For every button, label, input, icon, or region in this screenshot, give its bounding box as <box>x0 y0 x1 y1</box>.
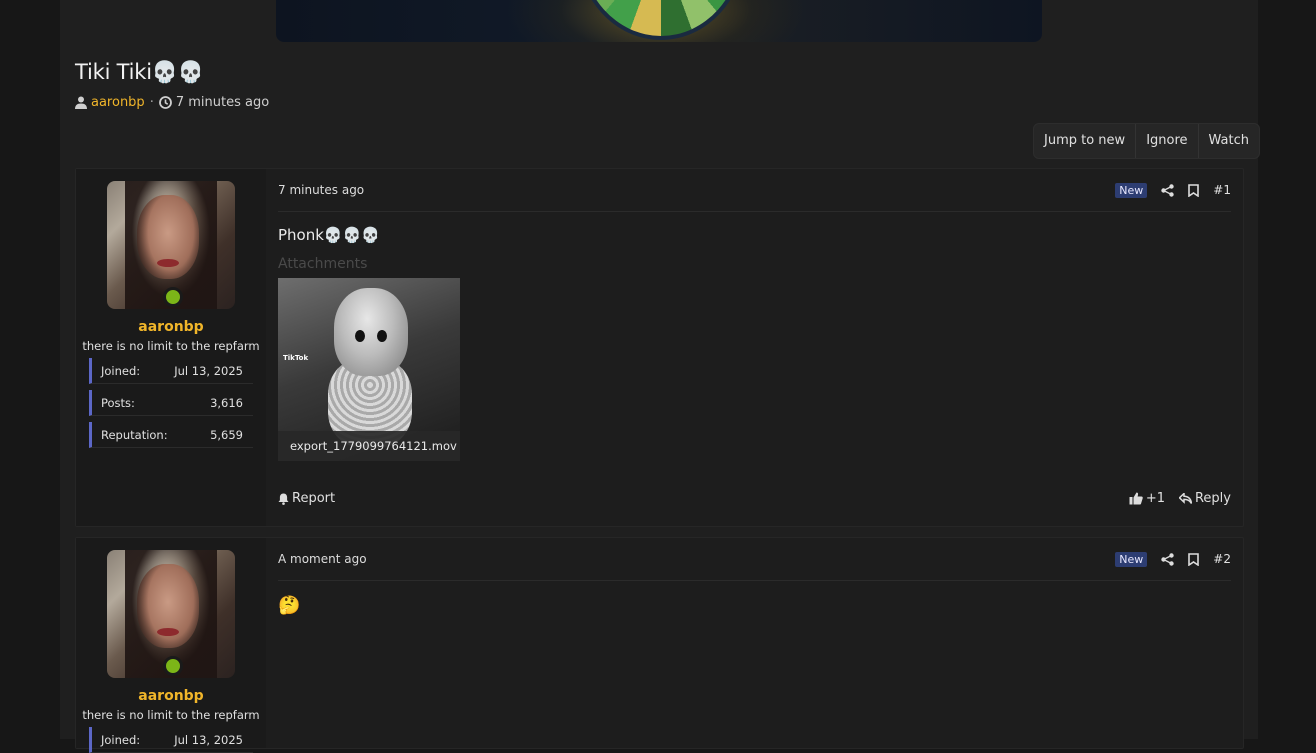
message-footer: Report +1 Reply <box>278 491 1231 506</box>
thread-title: Tiki Tiki💀💀 <box>75 60 204 84</box>
report-button[interactable]: Report <box>278 491 335 506</box>
thread-time: 7 minutes ago <box>175 95 270 110</box>
share-icon[interactable] <box>1161 183 1174 197</box>
user-pane: aaronbp there is no limit to the repfarm… <box>76 538 266 753</box>
reaction-button[interactable]: +1 <box>1129 491 1165 506</box>
thumbs-up-icon <box>1129 492 1143 505</box>
post-time[interactable]: A moment ago <box>278 552 367 566</box>
thread-meta: aaronbp · 7 minutes ago <box>75 95 269 110</box>
message-area: A moment ago New #2 🤔 <box>278 538 1231 616</box>
user-title: there is no limit to the repfarm <box>82 708 260 722</box>
stat-label: Joined: <box>101 363 141 378</box>
post-time[interactable]: 7 minutes ago <box>278 183 364 197</box>
bookmark-icon[interactable] <box>1188 552 1200 566</box>
attachment-filename[interactable]: export_1779099764121.mov <box>278 431 460 461</box>
ignore-button[interactable]: Ignore <box>1136 124 1199 158</box>
stat-joined: Joined: Jul 13, 2025 <box>89 358 253 384</box>
message-area: 7 minutes ago New #1 Phonk💀💀💀 Attachment… <box>278 169 1231 506</box>
user-icon <box>75 96 87 109</box>
message-header: 7 minutes ago New #1 <box>278 169 1231 212</box>
stat-label: Posts: <box>101 395 135 410</box>
share-icon[interactable] <box>1161 552 1174 566</box>
stat-label: Reputation: <box>101 427 168 442</box>
watch-button[interactable]: Watch <box>1199 124 1259 158</box>
clock-icon <box>158 96 172 109</box>
attachment-thumbnail[interactable]: TikTok export_1779099764121.mov <box>278 278 460 461</box>
report-label: Report <box>292 491 336 506</box>
new-badge: New <box>1115 182 1148 198</box>
stat-value: 5,659 <box>210 427 243 442</box>
stat-value: 3,616 <box>210 395 243 410</box>
stat-joined: Joined: Jul 13, 2025 <box>89 727 253 753</box>
header-banner <box>276 0 1042 42</box>
user-pane: aaronbp there is no limit to the repfarm… <box>76 169 266 526</box>
post-number[interactable]: #2 <box>1213 552 1231 566</box>
username[interactable]: aaronbp <box>76 688 266 704</box>
reaction-count: +1 <box>1145 491 1165 506</box>
tiktok-watermark: TikTok <box>283 354 309 362</box>
post-number[interactable]: #1 <box>1213 183 1231 197</box>
reply-icon <box>1178 493 1192 504</box>
stat-value: Jul 13, 2025 <box>174 363 243 378</box>
post-2: aaronbp there is no limit to the repfarm… <box>75 537 1244 753</box>
thread-actions: Jump to new Ignore Watch <box>1033 123 1261 159</box>
stat-posts: Posts: 3,616 <box>89 390 253 416</box>
reply-button[interactable]: Reply <box>1178 491 1231 506</box>
bell-icon <box>278 493 289 505</box>
meta-separator: · <box>149 95 154 110</box>
new-badge: New <box>1115 551 1148 567</box>
thread-author-link[interactable]: aaronbp <box>91 95 145 110</box>
online-indicator <box>163 287 183 307</box>
online-indicator <box>163 656 183 676</box>
stat-value: Jul 13, 2025 <box>174 732 243 747</box>
stat-reputation: Reputation: 5,659 <box>89 422 253 448</box>
post-1: aaronbp there is no limit to the repfarm… <box>75 168 1244 527</box>
bookmark-icon[interactable] <box>1188 183 1200 197</box>
user-title: there is no limit to the repfarm <box>82 339 260 353</box>
stat-label: Joined: <box>101 732 141 747</box>
post-text: 🤔 <box>278 595 301 616</box>
message-header: A moment ago New #2 <box>278 538 1231 581</box>
reply-label: Reply <box>1194 491 1231 506</box>
jump-to-new-button[interactable]: Jump to new <box>1034 124 1137 158</box>
username[interactable]: aaronbp <box>76 319 266 335</box>
post-text: Phonk💀💀💀 <box>278 226 380 244</box>
attachments-label: Attachments <box>278 256 368 272</box>
